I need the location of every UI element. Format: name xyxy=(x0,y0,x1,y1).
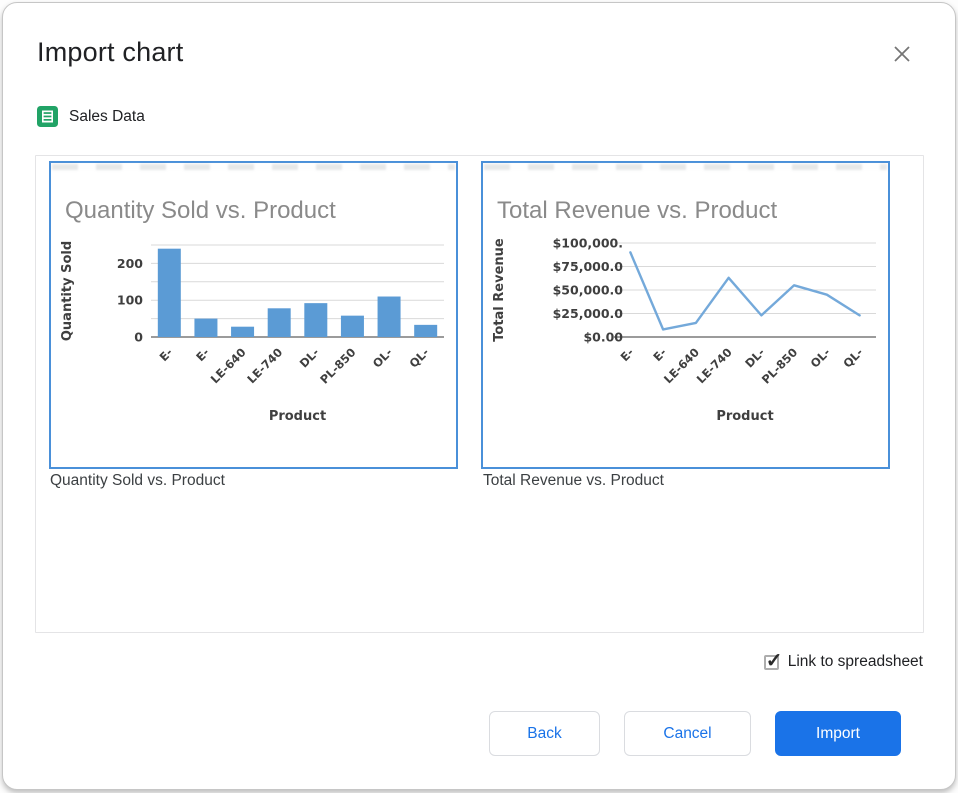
svg-text:LE-740: LE-740 xyxy=(244,345,285,386)
link-to-spreadsheet-checkbox[interactable]: Link to spreadsheet xyxy=(764,653,923,671)
thumbnail-crop-artifact xyxy=(52,164,455,170)
line-chart-preview: $0.00 $25,000.0 $50,000.0 $75,000.0 $100,000… xyxy=(483,231,888,465)
svg-text:QL-: QL- xyxy=(840,345,866,371)
back-button[interactable]: Back xyxy=(489,711,600,756)
close-x-glyph xyxy=(893,45,911,63)
svg-text:LE-640: LE-640 xyxy=(208,345,249,386)
svg-text:E-: E- xyxy=(618,345,637,364)
svg-text:Product: Product xyxy=(269,409,326,424)
svg-text:DL-: DL- xyxy=(742,345,767,370)
svg-text:Product: Product xyxy=(716,409,773,424)
svg-text:E-: E- xyxy=(157,345,176,364)
bar-chart-preview: 0100200E-E-LE-640LE-740DL-PL-850OL-QL-Pr… xyxy=(51,231,456,465)
svg-text:E-: E- xyxy=(650,345,669,364)
thumbnail-crop-artifact xyxy=(484,164,887,170)
import-button[interactable]: Import xyxy=(775,711,901,756)
bar-chart-title: Quantity Sold vs. Product xyxy=(65,197,336,225)
svg-text:200: 200 xyxy=(117,256,143,271)
dialog-actions: Back Cancel Import xyxy=(489,711,901,756)
svg-text:Total Revenue: Total Revenue xyxy=(492,238,507,342)
svg-text:OL-: OL- xyxy=(370,345,396,371)
line-chart-title: Total Revenue vs. Product xyxy=(497,197,777,225)
spreadsheet-source: Sales Data xyxy=(37,106,145,127)
svg-text:$50,000.0: $50,000.0 xyxy=(553,283,624,298)
svg-text:100: 100 xyxy=(117,293,143,308)
svg-text:DL-: DL- xyxy=(297,345,322,370)
close-icon[interactable] xyxy=(887,39,917,69)
svg-text:$25,000.0: $25,000.0 xyxy=(553,306,624,321)
svg-text:PL-850: PL-850 xyxy=(759,345,800,386)
svg-text:0: 0 xyxy=(134,330,143,345)
svg-text:PL-850: PL-850 xyxy=(317,345,358,386)
svg-text:LE-640: LE-640 xyxy=(661,345,702,386)
link-to-spreadsheet-label: Link to spreadsheet xyxy=(788,653,923,671)
import-chart-dialog: Import chart Sales Data Quantity Sold vs… xyxy=(2,2,956,790)
svg-text:$75,000.0: $75,000.0 xyxy=(553,259,624,274)
svg-text:QL-: QL- xyxy=(406,345,432,371)
chart-picker-panel: Quantity Sold vs. Product 0100200E-E-LE-… xyxy=(35,155,924,633)
chart-thumbnail-quantity-sold[interactable]: Quantity Sold vs. Product 0100200E-E-LE-… xyxy=(49,161,458,469)
chart-caption-quantity-sold: Quantity Sold vs. Product xyxy=(50,472,225,490)
chart-thumbnail-total-revenue[interactable]: Total Revenue vs. Product $0.00 $25,000.0… xyxy=(481,161,890,469)
chart-caption-total-revenue: Total Revenue vs. Product xyxy=(483,472,664,490)
svg-text:E-: E- xyxy=(193,345,212,364)
svg-text:LE-740: LE-740 xyxy=(694,345,735,386)
sheets-icon xyxy=(37,106,58,127)
svg-text:$100,000.: $100,000. xyxy=(553,236,623,251)
svg-text:Quantity Sold: Quantity Sold xyxy=(60,241,75,341)
cancel-button[interactable]: Cancel xyxy=(624,711,751,756)
svg-text:$0.00: $0.00 xyxy=(583,330,623,345)
svg-text:OL-: OL- xyxy=(808,345,834,371)
checkbox-icon[interactable] xyxy=(764,655,779,670)
spreadsheet-name: Sales Data xyxy=(69,108,145,126)
dialog-title: Import chart xyxy=(37,37,183,68)
